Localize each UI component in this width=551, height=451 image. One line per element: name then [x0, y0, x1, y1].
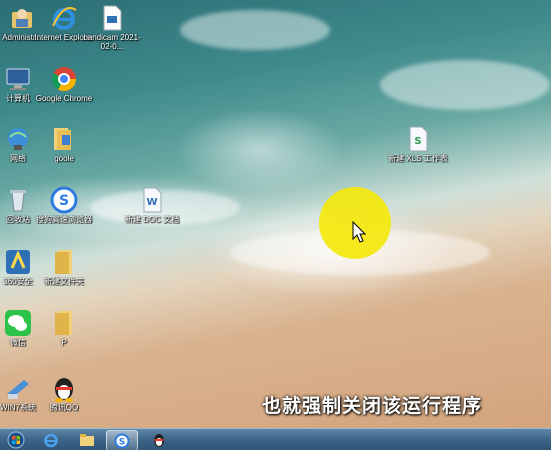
- desktop-icon-bandicam[interactable]: bandicam 2021-02-0...: [81, 4, 143, 51]
- svg-text:S: S: [119, 437, 125, 447]
- sogou-browser-icon: S: [50, 186, 78, 214]
- user-folder-icon: [8, 4, 36, 32]
- file-explorer-icon: [80, 433, 94, 446]
- qq-penguin-icon: [154, 433, 164, 447]
- folder-icon: [50, 125, 78, 153]
- network-icon: [4, 125, 32, 153]
- chrome-icon: [50, 65, 78, 93]
- desktop-icon-new-xls[interactable]: S 新建 XLS 工作表: [387, 125, 449, 163]
- folder-icon: [50, 309, 78, 337]
- shield-app-icon: [4, 248, 32, 276]
- taskbar-sogou-browser[interactable]: S: [106, 430, 138, 451]
- word-document-icon: W: [138, 186, 166, 214]
- mouse-pointer-icon: [352, 220, 367, 243]
- svg-text:S: S: [414, 136, 421, 147]
- document-icon: [98, 4, 126, 32]
- desktop-icon-sogou-browser[interactable]: S 搜狗高速浏览器: [33, 186, 95, 224]
- win7-setup-icon: [4, 374, 32, 402]
- wechat-icon: [4, 309, 32, 337]
- desktop-icon-qq[interactable]: 腾讯QQ: [33, 374, 95, 412]
- windows-start-icon: [7, 431, 25, 448]
- spreadsheet-icon: S: [404, 125, 432, 153]
- wave-foam: [180, 10, 330, 50]
- computer-icon: [4, 65, 32, 93]
- desktop-icon-new-doc[interactable]: W 新建 DOC 文档: [121, 186, 183, 224]
- taskbar-qq[interactable]: [144, 430, 174, 449]
- internet-explorer-icon: [50, 4, 78, 32]
- svg-text:S: S: [59, 193, 69, 209]
- video-subtitle: 也就强制关闭该运行程序: [262, 395, 483, 417]
- wave-foam: [380, 60, 550, 110]
- desktop-icon-chrome[interactable]: Google Chrome: [33, 65, 95, 103]
- taskbar: S: [0, 428, 551, 451]
- svg-text:W: W: [146, 197, 157, 208]
- desktop-icon-new-folder[interactable]: 新建文件夹: [33, 248, 95, 286]
- folder-icon: [50, 248, 78, 276]
- desktop-icon-p-folder[interactable]: P: [33, 309, 95, 347]
- taskbar-file-explorer[interactable]: [72, 430, 102, 449]
- taskbar-internet-explorer[interactable]: [36, 430, 66, 449]
- sogou-browser-icon: S: [114, 433, 130, 448]
- recycle-bin-icon: [4, 186, 32, 214]
- qq-penguin-icon: [50, 374, 78, 402]
- desktop-icon-goole-folder[interactable]: goole: [33, 125, 95, 163]
- internet-explorer-icon: [44, 433, 58, 447]
- start-button[interactable]: [2, 430, 30, 449]
